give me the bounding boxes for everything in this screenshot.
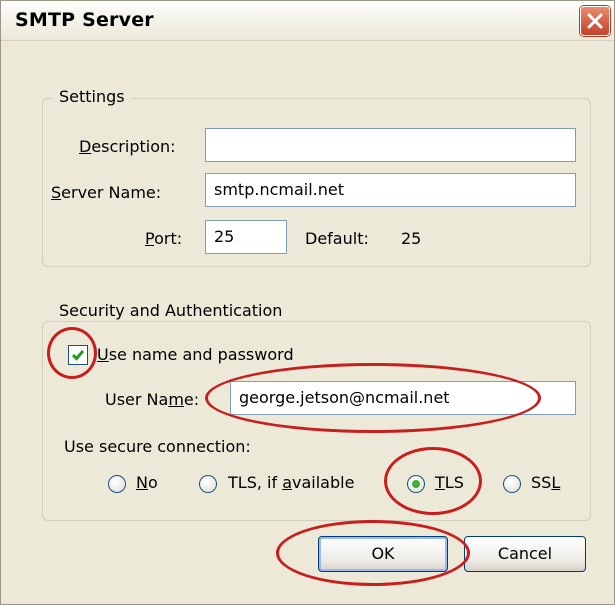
smtp-server-dialog: SMTP Server Settings Description: Server… bbox=[0, 0, 615, 605]
radio-ssl-label[interactable]: SSL bbox=[531, 473, 560, 492]
radio-selected-dot bbox=[412, 480, 420, 488]
port-input[interactable]: 25 bbox=[205, 220, 287, 254]
user-name-label: User Name: bbox=[105, 390, 200, 409]
radio-no[interactable] bbox=[108, 475, 126, 493]
use-name-password-checkbox[interactable] bbox=[68, 345, 88, 365]
radio-tls-if-available[interactable] bbox=[199, 475, 217, 493]
close-icon bbox=[587, 13, 603, 29]
radio-no-label[interactable]: No bbox=[136, 473, 158, 492]
server-name-input[interactable]: smtp.ncmail.net bbox=[205, 173, 576, 207]
server-name-label: Server Name: bbox=[51, 183, 162, 202]
port-label: Port: bbox=[145, 229, 183, 248]
description-input[interactable] bbox=[205, 128, 576, 162]
radio-tls-if-available-label[interactable]: TLS, if available bbox=[228, 473, 354, 492]
secure-connection-label: Use secure connection: bbox=[64, 437, 251, 456]
title-bar[interactable]: SMTP Server bbox=[1, 1, 614, 41]
radio-ssl[interactable] bbox=[503, 475, 521, 493]
security-legend: Security and Authentication bbox=[53, 301, 289, 320]
radio-tls-label[interactable]: TLS bbox=[435, 473, 464, 492]
user-name-input[interactable]: george.jetson@ncmail.net bbox=[230, 381, 576, 415]
default-port-value: 25 bbox=[401, 229, 422, 248]
default-port-label: Default: bbox=[305, 229, 369, 248]
use-name-password-label[interactable]: Use name and password bbox=[97, 345, 294, 364]
description-label: Description: bbox=[79, 137, 176, 156]
close-button[interactable] bbox=[580, 6, 610, 36]
cancel-button[interactable]: Cancel bbox=[464, 536, 586, 572]
dialog-title: SMTP Server bbox=[15, 9, 154, 31]
radio-tls[interactable] bbox=[407, 475, 425, 493]
ok-button[interactable]: OK bbox=[318, 536, 448, 572]
checkmark-icon bbox=[71, 350, 85, 361]
settings-legend: Settings bbox=[53, 87, 131, 106]
